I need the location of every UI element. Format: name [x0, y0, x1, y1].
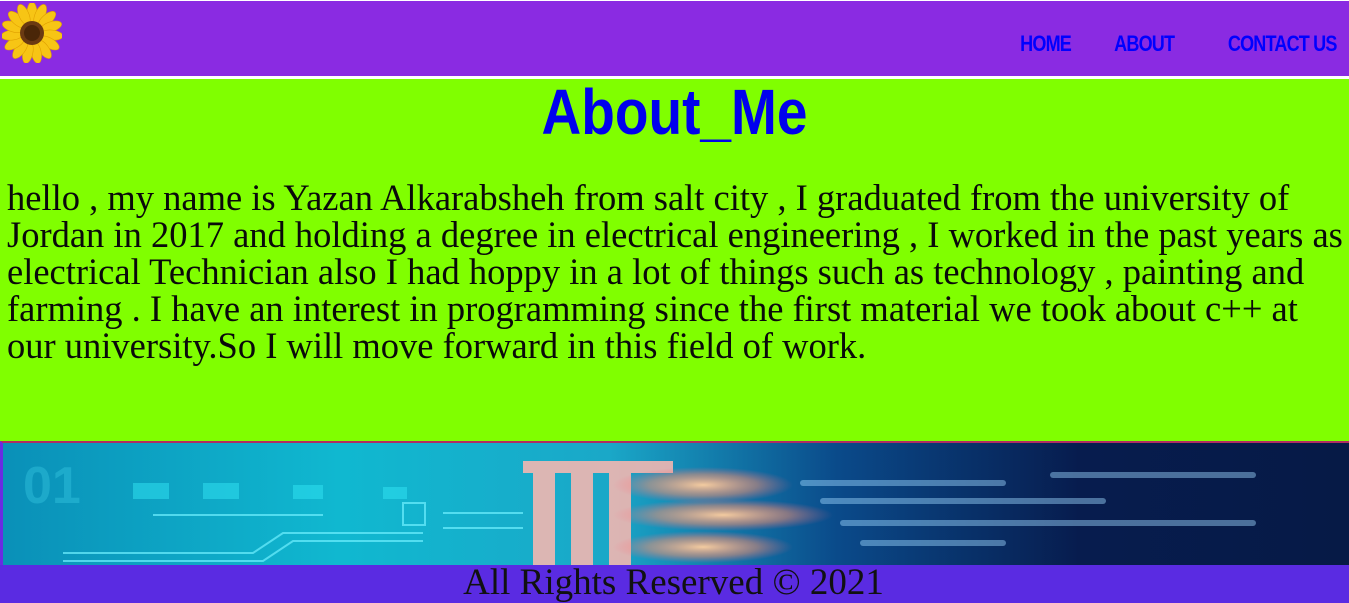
nav-about-link[interactable]: ABOUT: [1114, 31, 1175, 57]
site-header: HOME ABOUT CONTACT US: [0, 0, 1349, 76]
page-title: About_Me: [541, 76, 808, 148]
nav-contact-us-link[interactable]: CONTACT US: [1228, 31, 1338, 57]
svg-text:01: 01: [23, 457, 81, 515]
nav-home-link[interactable]: HOME: [1020, 31, 1072, 57]
about-section: About_Me hello , my name is Yazan Alkara…: [0, 79, 1349, 441]
copyright-text: All Rights Reserved © 2021: [463, 562, 884, 603]
sunflower-icon[interactable]: [2, 3, 62, 63]
circuit-board-illustration: 01: [23, 457, 1256, 565]
circuit-board-banner-image: 01: [0, 441, 1349, 565]
site-footer: All Rights Reserved © 2021: [0, 562, 1349, 603]
bio-paragraph: hello , my name is Yazan Alkarabsheh fro…: [7, 177, 1343, 366]
main-nav: HOME ABOUT CONTACT US: [1009, 31, 1337, 57]
